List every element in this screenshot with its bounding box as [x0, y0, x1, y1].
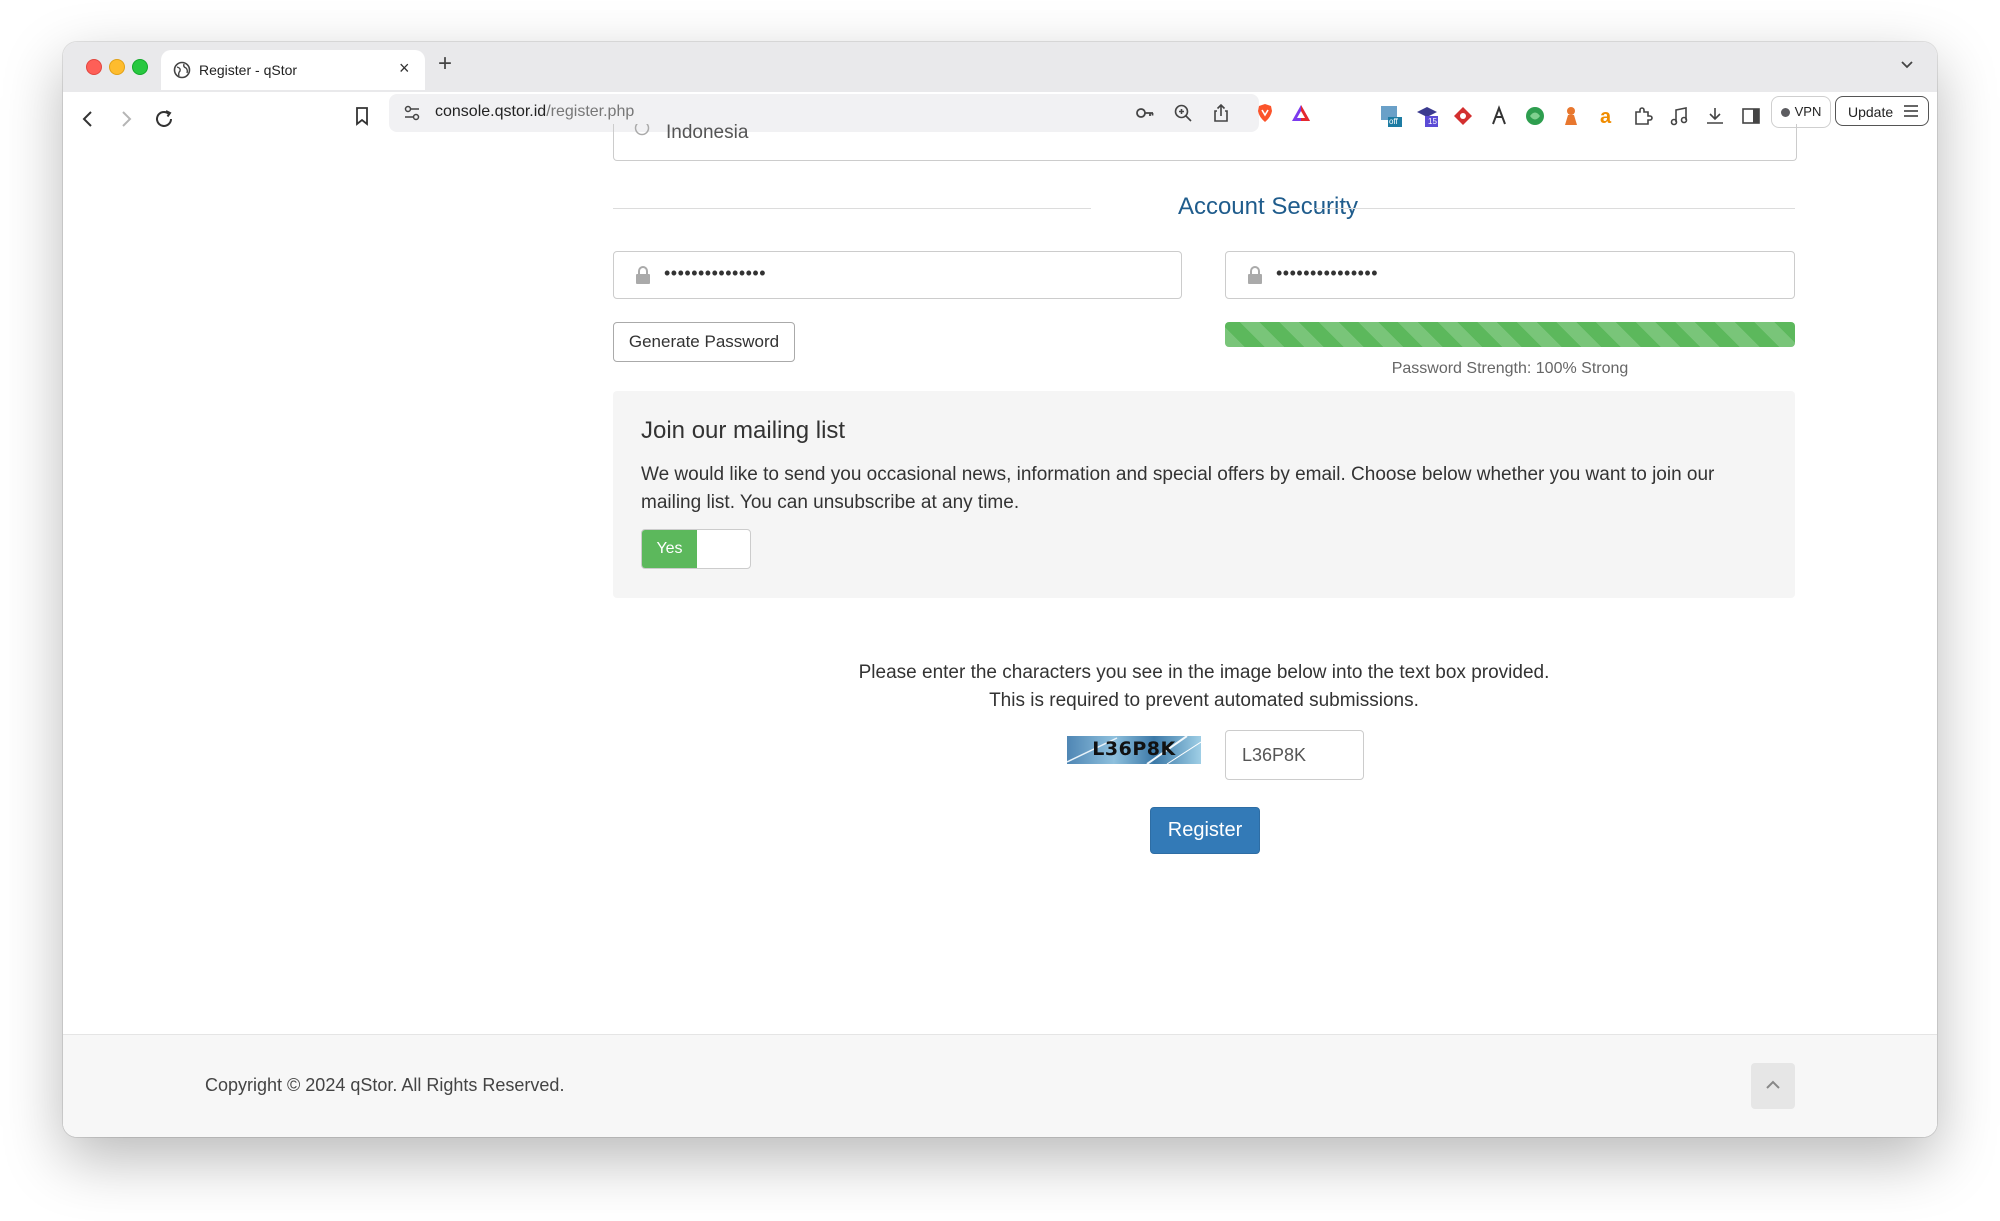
- captcha-instruction-line-1: Please enter the characters you see in t…: [858, 662, 1550, 683]
- back-icon[interactable]: [77, 108, 99, 130]
- captcha-instruction-line-2: This is required to prevent automated su…: [989, 690, 1419, 711]
- globe-icon: [634, 124, 650, 136]
- section-divider-right: [1315, 208, 1795, 209]
- page-content: Indonesia Account Security •••••••••••••…: [63, 124, 1937, 1137]
- zoom-icon[interactable]: [1173, 103, 1193, 123]
- hamburger-menu-icon: [1904, 105, 1918, 117]
- lock-icon: [636, 266, 650, 284]
- update-label: Update: [1848, 104, 1894, 120]
- captcha-image: L36P8K: [1067, 736, 1201, 764]
- mailing-list-toggle[interactable]: Yes: [641, 529, 751, 569]
- country-value: Indonesia: [666, 124, 749, 143]
- maximize-window-button[interactable]: [132, 59, 148, 75]
- reload-icon[interactable]: [153, 108, 175, 130]
- section-title: Account Security: [1177, 193, 1359, 220]
- bookmark-icon[interactable]: [353, 106, 371, 126]
- tab-register[interactable]: Register - qStor ×: [161, 50, 425, 90]
- vpn-label: VPN: [1794, 104, 1822, 119]
- new-tab-button[interactable]: +: [438, 50, 452, 78]
- close-window-button[interactable]: [86, 59, 102, 75]
- minimize-window-button[interactable]: [109, 59, 125, 75]
- url-path: /register.php: [546, 103, 635, 120]
- password-strength-text: Password Strength: 100% Strong: [1391, 360, 1629, 377]
- confirm-password-field[interactable]: •••••••••••••••: [1225, 251, 1795, 299]
- captcha-instructions: Please enter the characters you see in t…: [613, 659, 1795, 715]
- brave-shields-icon[interactable]: [1255, 103, 1275, 123]
- chevron-up-icon: [1766, 1080, 1780, 1089]
- brave-rewards-icon[interactable]: [1291, 103, 1311, 123]
- mailing-list-panel: Join our mailing list We would like to s…: [613, 391, 1795, 598]
- password-strength-fill: [1225, 322, 1795, 347]
- section-divider-left: [613, 208, 1091, 209]
- captcha-code: L36P8K: [1092, 738, 1176, 760]
- mailing-list-title: Join our mailing list: [641, 417, 846, 444]
- captcha-input[interactable]: L36P8K: [1225, 730, 1364, 780]
- footer: Copyright © 2024 qStor. All Rights Reser…: [63, 1034, 1937, 1137]
- back-to-top-button[interactable]: [1751, 1063, 1795, 1109]
- password-field[interactable]: •••••••••••••••: [613, 251, 1182, 299]
- globe-icon: [173, 61, 191, 79]
- password-value: •••••••••••••••: [664, 263, 767, 283]
- lock-icon: [1248, 266, 1262, 284]
- generate-password-button[interactable]: Generate Password: [613, 322, 795, 362]
- confirm-password-value: •••••••••••••••: [1276, 263, 1379, 283]
- country-select[interactable]: Indonesia: [613, 124, 1797, 161]
- chevron-down-icon[interactable]: [1897, 54, 1917, 74]
- register-button[interactable]: Register: [1150, 807, 1260, 854]
- mailing-list-description: We would like to send you occasional new…: [641, 464, 1715, 513]
- share-icon[interactable]: [1211, 103, 1231, 123]
- copyright-text: Copyright © 2024 qStor. All Rights Reser…: [205, 1075, 565, 1095]
- toggle-yes-label: Yes: [642, 530, 697, 568]
- update-button[interactable]: Update: [1835, 96, 1929, 126]
- url-domain: console.qstor.id: [435, 103, 547, 120]
- password-strength-bar: [1225, 322, 1795, 347]
- site-settings-icon[interactable]: [403, 104, 421, 122]
- tab-close-icon[interactable]: ×: [399, 58, 410, 79]
- forward-icon[interactable]: [115, 108, 137, 130]
- tab-bar: Register - qStor × +: [63, 42, 1937, 92]
- url-text: console.qstor.id/register.php: [435, 103, 634, 121]
- vpn-status-icon: [1780, 108, 1790, 117]
- tab-title: Register - qStor: [199, 62, 298, 78]
- key-icon[interactable]: [1135, 103, 1155, 123]
- browser-window: Register - qStor × + console.qstor.id/re…: [63, 42, 1937, 1137]
